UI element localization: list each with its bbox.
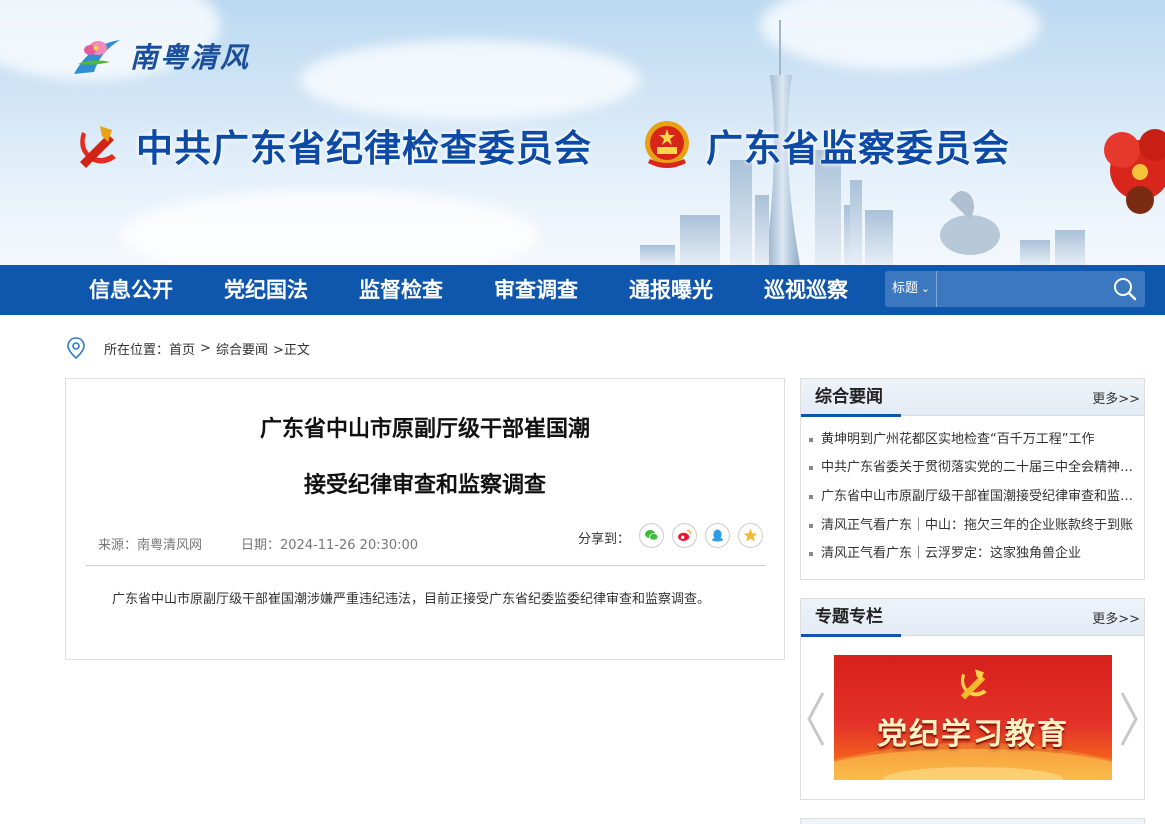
topic-panel-header: 专题专栏 更多>> bbox=[801, 599, 1144, 637]
search-type-select[interactable]: 标题 ⌄ bbox=[885, 271, 937, 307]
list-item[interactable]: 广东省中山市原副厅级干部崔国潮接受纪律审查和监察调查 bbox=[809, 483, 1134, 511]
qq-share-icon[interactable] bbox=[705, 523, 730, 548]
org-state-name: 广东省监察委员会 bbox=[706, 127, 1010, 170]
chevron-down-icon: ⌄ bbox=[920, 282, 930, 295]
topic-panel: 专题专栏 更多>> 党纪学习教育 bbox=[800, 598, 1145, 800]
header-banner: 南粤清风 中共广东省纪律检查委员会 广东省监察委员会 bbox=[0, 0, 1165, 265]
article-divider bbox=[86, 565, 766, 566]
article-title-line1: 广东省中山市原副厅级干部崔国潮 bbox=[259, 417, 590, 442]
next-panel-edge bbox=[800, 818, 1145, 824]
news-panel: 综合要闻 更多>> 黄坤明到广州花都区实地检查“百千万工程”工作 中共广东省委关… bbox=[800, 378, 1145, 580]
search-input[interactable] bbox=[939, 274, 1109, 304]
list-item[interactable]: 中共广东省委关于贯彻落实党的二十届三中全会精神的意见 bbox=[809, 454, 1134, 482]
list-item[interactable]: 黄坤明到广州花都区实地检查“百千万工程”工作 bbox=[809, 426, 1134, 454]
breadcrumb-home-link[interactable]: 首页 bbox=[169, 339, 195, 358]
org-state-title: 广东省监察委员会 bbox=[642, 118, 1010, 172]
topic-banner-text: 党纪学习教育 bbox=[877, 717, 1069, 752]
news-panel-title: 综合要闻 bbox=[801, 379, 901, 417]
list-item[interactable]: 清风正气看广东｜中山：拖欠三年的企业账款终于到账 bbox=[809, 512, 1134, 540]
party-emblem-icon bbox=[960, 669, 987, 700]
nav-item-supervision[interactable]: 监督检查 bbox=[359, 265, 443, 315]
breadcrumb-separator: > bbox=[200, 340, 211, 356]
article-body: 广东省中山市原副厅级干部崔国潮涉嫌严重违纪违法，目前正接受广东省纪委监委纪律审查… bbox=[112, 592, 711, 607]
topic-more-link[interactable]: 更多>> bbox=[1092, 608, 1140, 627]
weibo-share-icon[interactable] bbox=[672, 523, 697, 548]
article-source: 来源：南粤清风网 bbox=[98, 538, 203, 553]
national-emblem-icon bbox=[645, 121, 689, 168]
search-box: 标题 ⌄ bbox=[885, 271, 1145, 307]
carousel-prev-icon[interactable] bbox=[803, 689, 829, 749]
article-panel: 广东省中山市原副厅级干部崔国潮 接受纪律审查和监察调查 来源：南粤清风网 日期：… bbox=[65, 378, 785, 660]
news-more-link[interactable]: 更多>> bbox=[1092, 388, 1140, 407]
share-label: 分享到： bbox=[578, 532, 631, 547]
nav-item-inspection[interactable]: 巡视巡察 bbox=[764, 265, 848, 315]
breadcrumb: 所在位置： 首页 > 综合要闻 >正文 bbox=[66, 335, 310, 361]
nav-item-exposure[interactable]: 通报曝光 bbox=[629, 265, 713, 315]
topic-panel-title: 专题专栏 bbox=[801, 599, 901, 637]
org-party-name: 中共广东省纪律检查委员会 bbox=[136, 127, 592, 170]
list-item[interactable]: 清风正气看广东｜云浮罗定：这家独角兽企业 bbox=[809, 540, 1134, 568]
site-logo[interactable]: 南粤清风 bbox=[70, 34, 250, 78]
wechat-share-icon[interactable] bbox=[639, 523, 664, 548]
breadcrumb-section-link[interactable]: 综合要闻 bbox=[216, 339, 268, 358]
breadcrumb-label: 所在位置： bbox=[104, 342, 170, 358]
qzone-share-icon[interactable] bbox=[738, 523, 763, 548]
article-date: 日期：2024-11-26 20:30:00 bbox=[241, 538, 419, 553]
nav-item-info-disclosure[interactable]: 信息公开 bbox=[89, 265, 173, 315]
logo-text: 南粤清风 bbox=[130, 41, 251, 74]
nav-item-investigation[interactable]: 审查调查 bbox=[494, 265, 578, 315]
org-party-title: 中共广东省纪律检查委员会 bbox=[72, 118, 592, 172]
party-emblem-icon bbox=[80, 126, 116, 168]
nav-item-party-law[interactable]: 党纪国法 bbox=[224, 265, 308, 315]
carousel-next-icon[interactable] bbox=[1116, 689, 1142, 749]
location-pin-icon bbox=[67, 337, 85, 360]
logo-emblem-icon bbox=[74, 40, 120, 74]
search-icon[interactable] bbox=[1111, 275, 1139, 303]
search-type-label: 标题 bbox=[892, 281, 919, 296]
topic-banner[interactable]: 党纪学习教育 bbox=[834, 655, 1112, 780]
article-title-line2: 接受纪律审查和监察调查 bbox=[303, 473, 546, 498]
news-panel-header: 综合要闻 更多>> bbox=[801, 379, 1144, 417]
breadcrumb-current: >正文 bbox=[272, 342, 310, 358]
